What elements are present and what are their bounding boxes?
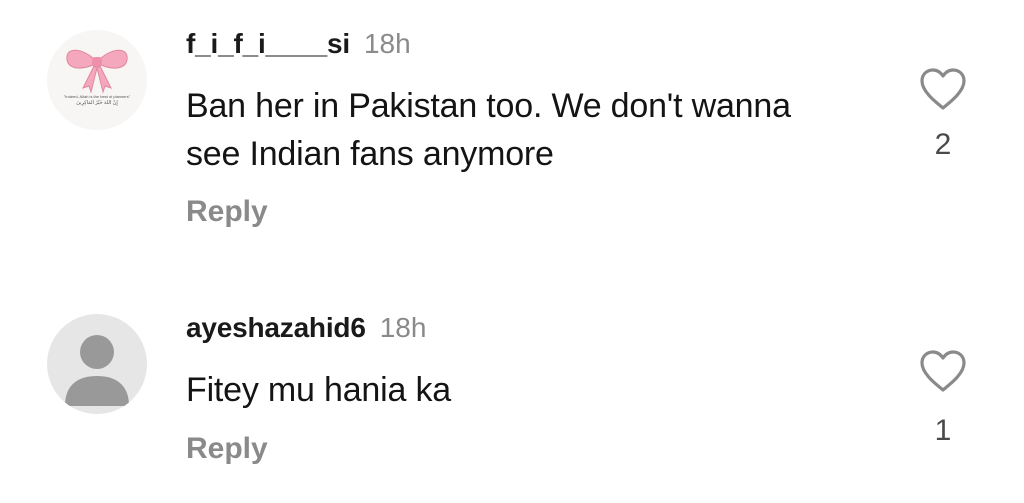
heart-outline-icon	[920, 350, 966, 392]
comment-meta: f_i_f_i____si 18h	[186, 28, 411, 60]
avatar[interactable]: "Indeed, Allah is the best of planners" …	[47, 30, 147, 130]
default-user-avatar-icon	[65, 335, 129, 406]
comment-text: Ban her in Pakistan too. We don't wanna …	[186, 87, 791, 173]
comment-meta: ayeshazahid6 18h	[186, 312, 426, 344]
comment-text: Fitey mu hania ka	[186, 371, 451, 409]
username-link[interactable]: f_i_f_i____si	[186, 28, 350, 60]
avatar-tagline: "Indeed, Allah is the best of planners"	[63, 94, 131, 99]
reply-button[interactable]: Reply	[186, 432, 268, 466]
comment-item: "Indeed, Allah is the best of planners" …	[0, 0, 1024, 260]
heart-outline-icon	[920, 68, 966, 110]
avatar-arabic: إِنَّ اللَّهَ خَيْرُ الْمَاكِرِينَ	[76, 100, 118, 106]
like-button[interactable]	[918, 66, 968, 112]
like-count: 1	[934, 414, 952, 447]
like-button[interactable]	[918, 348, 968, 394]
bow-icon	[66, 49, 128, 94]
timestamp: 18h	[379, 312, 427, 343]
comment-item: ayeshazahid6 18h Fitey mu hania ka Reply…	[0, 290, 1024, 503]
avatar[interactable]	[47, 314, 147, 414]
timestamp: 18h	[363, 28, 411, 59]
like-count: 2	[934, 128, 952, 161]
reply-button[interactable]: Reply	[186, 195, 268, 229]
username-link[interactable]: ayeshazahid6	[186, 312, 366, 344]
